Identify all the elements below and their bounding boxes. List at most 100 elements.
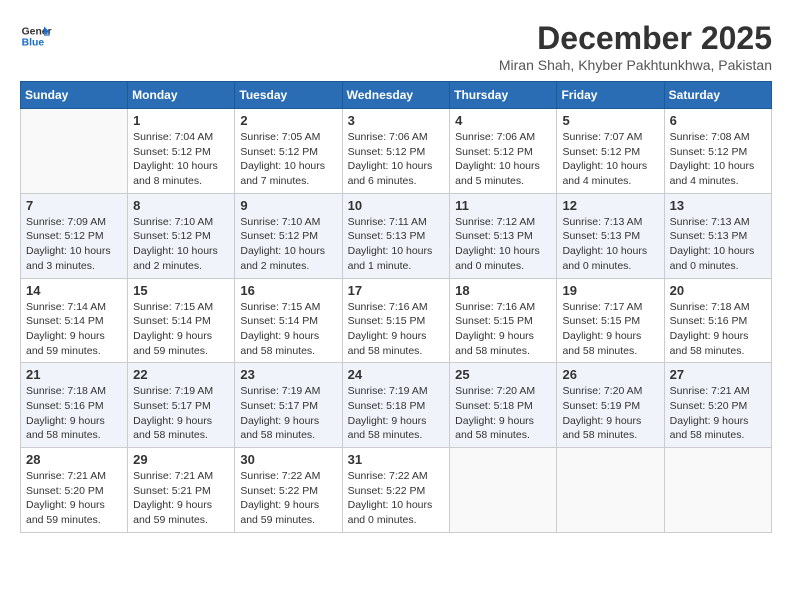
calendar-day-cell: 26 Sunrise: 7:20 AM Sunset: 5:19 PM Dayli… [557, 363, 664, 448]
calendar-day-cell: 29 Sunrise: 7:21 AM Sunset: 5:21 PM Dayli… [128, 448, 235, 533]
day-info: Sunrise: 7:22 AM Sunset: 5:22 PM Dayligh… [348, 469, 445, 528]
calendar-day-cell: 14Sunrise: 7:14 AM Sunset: 5:14 PM Dayli… [21, 278, 128, 363]
day-info: Sunrise: 7:18 AM Sunset: 5:16 PM Dayligh… [26, 384, 122, 443]
calendar-header-wednesday: Wednesday [342, 82, 450, 109]
day-number: 5 [562, 113, 658, 128]
day-number: 26 [562, 367, 658, 382]
day-number: 2 [240, 113, 336, 128]
day-info: Sunrise: 7:21 AM Sunset: 5:20 PM Dayligh… [670, 384, 766, 443]
title-section: December 2025 Miran Shah, Khyber Pakhtun… [499, 20, 772, 73]
day-info: Sunrise: 7:20 AM Sunset: 5:18 PM Dayligh… [455, 384, 551, 443]
calendar-day-cell: 27Sunrise: 7:21 AM Sunset: 5:20 PM Dayli… [664, 363, 771, 448]
svg-text:Blue: Blue [22, 38, 45, 49]
logo: General Blue [20, 20, 52, 52]
day-info: Sunrise: 7:20 AM Sunset: 5:19 PM Dayligh… [562, 384, 658, 443]
header: General Blue December 2025 Miran Shah, K… [20, 20, 772, 73]
day-info: Sunrise: 7:10 AM Sunset: 5:12 PM Dayligh… [133, 215, 229, 274]
day-number: 15 [133, 283, 229, 298]
day-number: 1 [133, 113, 229, 128]
calendar-day-cell: 31 Sunrise: 7:22 AM Sunset: 5:22 PM Dayli… [342, 448, 450, 533]
day-number: 24 [348, 367, 445, 382]
day-info: Sunrise: 7:13 AM Sunset: 5:13 PM Dayligh… [670, 215, 766, 274]
calendar-day-cell: 3 Sunrise: 7:06 AM Sunset: 5:12 PM Daylig… [342, 109, 450, 194]
calendar-day-cell: 17Sunrise: 7:16 AM Sunset: 5:15 PM Dayli… [342, 278, 450, 363]
day-info: Sunrise: 7:06 AM Sunset: 5:12 PM Dayligh… [455, 130, 551, 189]
calendar-day-cell: 7Sunrise: 7:09 AM Sunset: 5:12 PM Daylig… [21, 193, 128, 278]
calendar-day-cell: 28 Sunrise: 7:21 AM Sunset: 5:20 PM Dayli… [21, 448, 128, 533]
day-number: 25 [455, 367, 551, 382]
day-number: 29 [133, 452, 229, 467]
day-number: 23 [240, 367, 336, 382]
day-info: Sunrise: 7:05 AM Sunset: 5:12 PM Dayligh… [240, 130, 336, 189]
calendar-day-cell: 24 Sunrise: 7:19 AM Sunset: 5:18 PM Dayli… [342, 363, 450, 448]
calendar-day-cell: 19 Sunrise: 7:17 AM Sunset: 5:15 PM Dayli… [557, 278, 664, 363]
day-number: 19 [562, 283, 658, 298]
calendar-header-monday: Monday [128, 82, 235, 109]
logo-icon: General Blue [20, 20, 52, 52]
calendar-header-thursday: Thursday [450, 82, 557, 109]
day-info: Sunrise: 7:16 AM Sunset: 5:15 PM Dayligh… [455, 300, 551, 359]
calendar-day-cell: 11 Sunrise: 7:12 AM Sunset: 5:13 PM Dayli… [450, 193, 557, 278]
calendar-day-cell: 4Sunrise: 7:06 AM Sunset: 5:12 PM Daylig… [450, 109, 557, 194]
day-info: Sunrise: 7:07 AM Sunset: 5:12 PM Dayligh… [562, 130, 658, 189]
calendar-day-cell: 8 Sunrise: 7:10 AM Sunset: 5:12 PM Daylig… [128, 193, 235, 278]
calendar-day-cell: 9 Sunrise: 7:10 AM Sunset: 5:12 PM Daylig… [235, 193, 342, 278]
day-info: Sunrise: 7:19 AM Sunset: 5:17 PM Dayligh… [133, 384, 229, 443]
day-number: 28 [26, 452, 122, 467]
calendar-header-sunday: Sunday [21, 82, 128, 109]
day-info: Sunrise: 7:15 AM Sunset: 5:14 PM Dayligh… [240, 300, 336, 359]
calendar-day-cell: 13 Sunrise: 7:13 AM Sunset: 5:13 PM Dayli… [664, 193, 771, 278]
day-number: 7 [26, 198, 122, 213]
calendar-day-cell: 15Sunrise: 7:15 AM Sunset: 5:14 PM Dayli… [128, 278, 235, 363]
calendar-day-cell: 16 Sunrise: 7:15 AM Sunset: 5:14 PM Dayli… [235, 278, 342, 363]
calendar-day-cell [450, 448, 557, 533]
calendar-week-row: 28 Sunrise: 7:21 AM Sunset: 5:20 PM Dayli… [21, 448, 772, 533]
calendar-day-cell: 6 Sunrise: 7:08 AM Sunset: 5:12 PM Daylig… [664, 109, 771, 194]
day-number: 17 [348, 283, 445, 298]
day-number: 8 [133, 198, 229, 213]
day-number: 12 [562, 198, 658, 213]
day-number: 16 [240, 283, 336, 298]
calendar-day-cell: 5 Sunrise: 7:07 AM Sunset: 5:12 PM Daylig… [557, 109, 664, 194]
calendar-day-cell: 21 Sunrise: 7:18 AM Sunset: 5:16 PM Dayli… [21, 363, 128, 448]
day-number: 22 [133, 367, 229, 382]
day-info: Sunrise: 7:08 AM Sunset: 5:12 PM Dayligh… [670, 130, 766, 189]
calendar-day-cell: 22 Sunrise: 7:19 AM Sunset: 5:17 PM Dayli… [128, 363, 235, 448]
calendar-week-row: 14Sunrise: 7:14 AM Sunset: 5:14 PM Dayli… [21, 278, 772, 363]
day-info: Sunrise: 7:21 AM Sunset: 5:20 PM Dayligh… [26, 469, 122, 528]
day-number: 13 [670, 198, 766, 213]
day-info: Sunrise: 7:10 AM Sunset: 5:12 PM Dayligh… [240, 215, 336, 274]
day-number: 20 [670, 283, 766, 298]
day-number: 3 [348, 113, 445, 128]
calendar-week-row: 21 Sunrise: 7:18 AM Sunset: 5:16 PM Dayli… [21, 363, 772, 448]
day-info: Sunrise: 7:13 AM Sunset: 5:13 PM Dayligh… [562, 215, 658, 274]
day-info: Sunrise: 7:04 AM Sunset: 5:12 PM Dayligh… [133, 130, 229, 189]
calendar-header-friday: Friday [557, 82, 664, 109]
day-number: 31 [348, 452, 445, 467]
day-number: 10 [348, 198, 445, 213]
day-info: Sunrise: 7:14 AM Sunset: 5:14 PM Dayligh… [26, 300, 122, 359]
calendar-day-cell [21, 109, 128, 194]
day-number: 21 [26, 367, 122, 382]
day-info: Sunrise: 7:19 AM Sunset: 5:18 PM Dayligh… [348, 384, 445, 443]
calendar-day-cell [557, 448, 664, 533]
day-number: 18 [455, 283, 551, 298]
calendar-day-cell: 25 Sunrise: 7:20 AM Sunset: 5:18 PM Dayli… [450, 363, 557, 448]
day-number: 6 [670, 113, 766, 128]
calendar-day-cell: 12 Sunrise: 7:13 AM Sunset: 5:13 PM Dayli… [557, 193, 664, 278]
calendar: SundayMondayTuesdayWednesdayThursdayFrid… [20, 81, 772, 533]
calendar-day-cell: 23Sunrise: 7:19 AM Sunset: 5:17 PM Dayli… [235, 363, 342, 448]
calendar-header-tuesday: Tuesday [235, 82, 342, 109]
day-info: Sunrise: 7:21 AM Sunset: 5:21 PM Dayligh… [133, 469, 229, 528]
calendar-header-saturday: Saturday [664, 82, 771, 109]
subtitle: Miran Shah, Khyber Pakhtunkhwa, Pakistan [499, 57, 772, 73]
calendar-day-cell: 10Sunrise: 7:11 AM Sunset: 5:13 PM Dayli… [342, 193, 450, 278]
day-number: 9 [240, 198, 336, 213]
day-info: Sunrise: 7:17 AM Sunset: 5:15 PM Dayligh… [562, 300, 658, 359]
day-number: 11 [455, 198, 551, 213]
day-info: Sunrise: 7:12 AM Sunset: 5:13 PM Dayligh… [455, 215, 551, 274]
calendar-day-cell: 30Sunrise: 7:22 AM Sunset: 5:22 PM Dayli… [235, 448, 342, 533]
day-info: Sunrise: 7:06 AM Sunset: 5:12 PM Dayligh… [348, 130, 445, 189]
calendar-day-cell [664, 448, 771, 533]
calendar-day-cell: 20Sunrise: 7:18 AM Sunset: 5:16 PM Dayli… [664, 278, 771, 363]
